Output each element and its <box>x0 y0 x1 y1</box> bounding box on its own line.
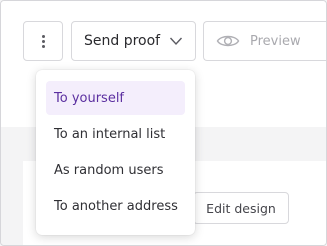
chevron-down-icon <box>169 37 183 46</box>
preview-button[interactable]: Preview <box>203 21 326 61</box>
more-options-button[interactable] <box>23 21 63 61</box>
edit-design-button[interactable]: Edit design <box>193 192 289 224</box>
preview-label: Preview <box>250 33 301 49</box>
menu-item-as-random-users[interactable]: As random users <box>46 153 185 187</box>
menu-item-to-another-address[interactable]: To another address <box>46 189 185 223</box>
send-proof-button[interactable]: Send proof <box>71 21 196 61</box>
send-proof-menu: To yourself To an internal list As rando… <box>36 70 195 235</box>
vertical-ellipsis-icon <box>41 34 45 49</box>
menu-item-to-yourself[interactable]: To yourself <box>46 81 185 115</box>
menu-item-to-internal-list[interactable]: To an internal list <box>46 117 185 151</box>
edit-design-label: Edit design <box>206 200 276 216</box>
window-frame: Send proof Preview Edit design To yourse… <box>0 0 327 246</box>
send-proof-label: Send proof <box>84 33 161 49</box>
eye-icon <box>216 35 240 47</box>
